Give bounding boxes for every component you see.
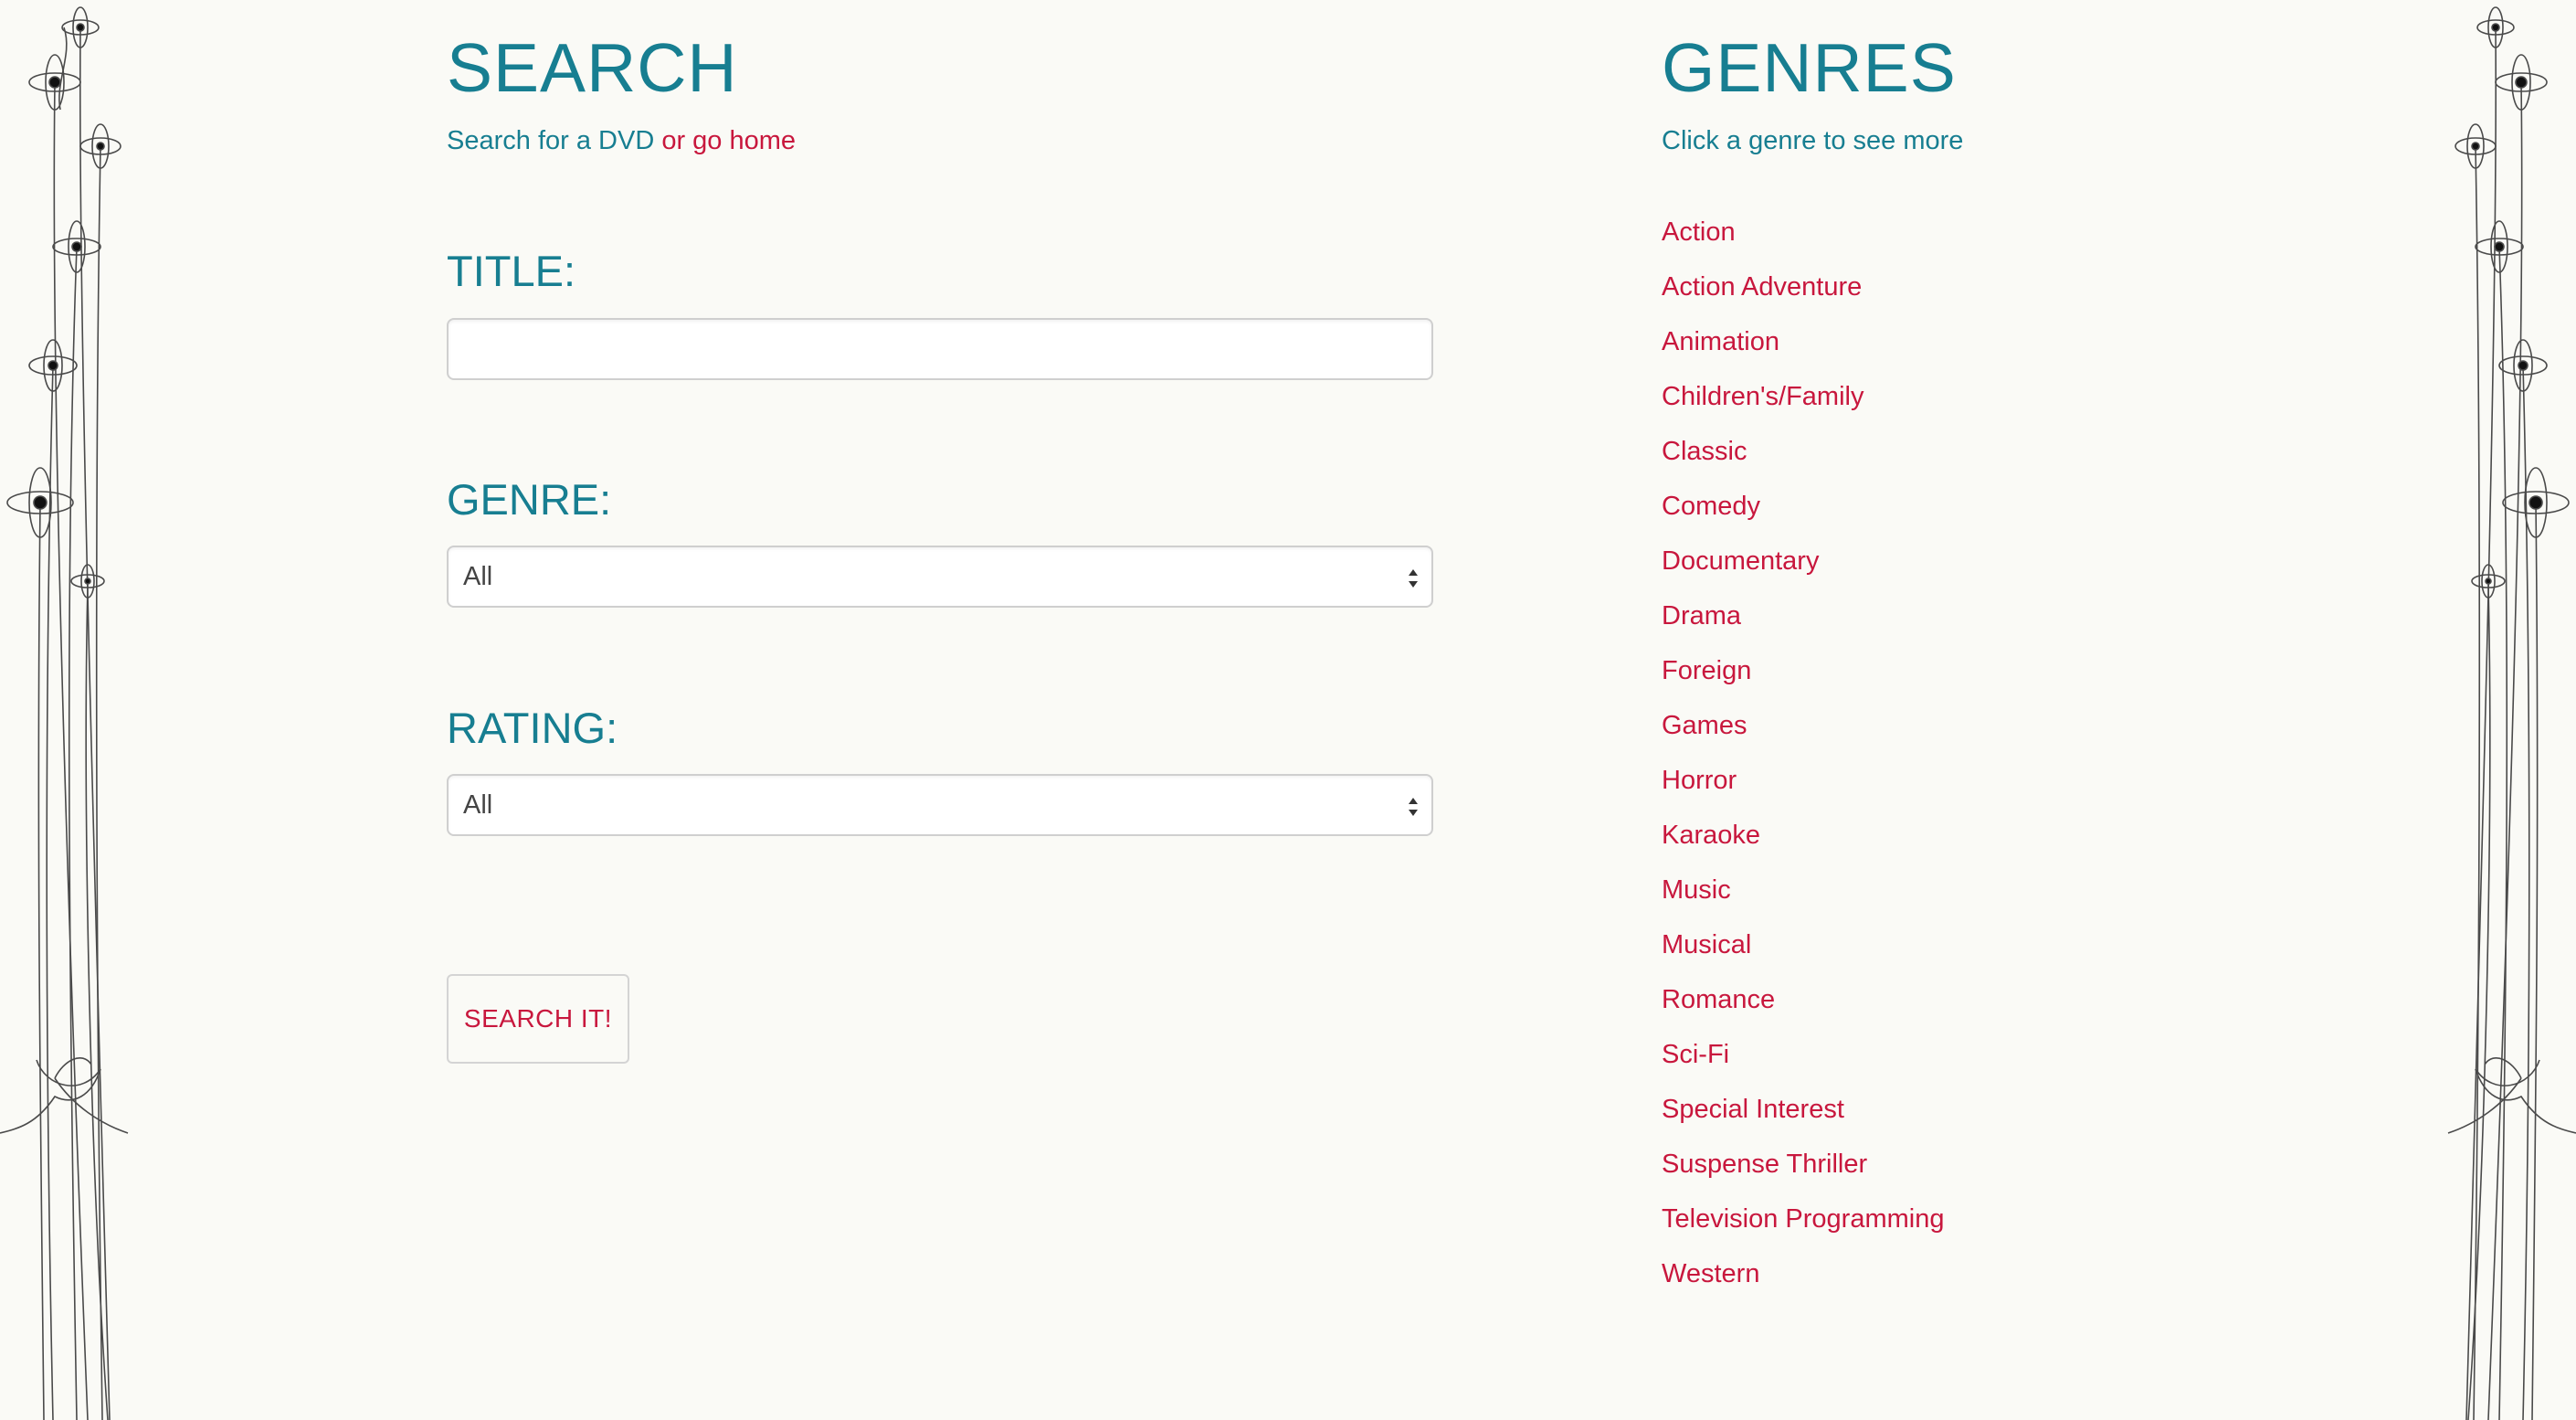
genre-link[interactable]: Romance: [1662, 985, 1775, 1014]
genre-list-item: Comedy: [1662, 479, 1944, 534]
genre-link[interactable]: Action: [1662, 217, 1736, 247]
genre-link[interactable]: Karaoke: [1662, 821, 1760, 850]
genres-subtitle: Click a genre to see more: [1662, 126, 1964, 155]
genre-link[interactable]: Comedy: [1662, 492, 1760, 521]
genre-list-item: Children's/Family: [1662, 369, 1944, 424]
genre-link[interactable]: Horror: [1662, 766, 1737, 795]
genre-list-item: Documentary: [1662, 534, 1944, 588]
updown-arrows-icon: [1409, 798, 1418, 816]
rating-select[interactable]: All: [447, 774, 1433, 836]
genre-link[interactable]: Animation: [1662, 327, 1779, 356]
flower-bouquet-right-icon: [2447, 6, 2576, 1420]
genre-list-item: Musical: [1662, 917, 1944, 972]
genre-list-item: Animation: [1662, 314, 1944, 369]
genre-list-item: Sci-Fi: [1662, 1027, 1944, 1082]
genre-list-item: Special Interest: [1662, 1082, 1944, 1137]
flower-bouquet-left-icon: [0, 6, 129, 1420]
genre-link[interactable]: Drama: [1662, 601, 1741, 631]
genre-link[interactable]: Documentary: [1662, 546, 1819, 576]
genre-list-item: Romance: [1662, 972, 1944, 1027]
search-heading: SEARCH: [447, 29, 738, 106]
title-label: TITLE:: [447, 247, 576, 295]
search-submit-button[interactable]: SEARCH IT!: [447, 974, 629, 1064]
genre-link[interactable]: Suspense Thriller: [1662, 1150, 1867, 1179]
genre-link[interactable]: Special Interest: [1662, 1095, 1844, 1124]
genre-link[interactable]: Western: [1662, 1259, 1759, 1288]
genre-list-item: Horror: [1662, 753, 1944, 808]
genre-select-value: All: [463, 562, 493, 591]
genre-link[interactable]: Action Adventure: [1662, 272, 1862, 302]
genre-list-item: Action: [1662, 205, 1944, 260]
search-subtitle-text: Search for a DVD: [447, 126, 655, 155]
genre-label: GENRE:: [447, 475, 612, 524]
genre-link[interactable]: Games: [1662, 711, 1747, 740]
genre-list-item: Classic: [1662, 424, 1944, 479]
title-input[interactable]: [447, 318, 1433, 380]
search-subtitle-joiner: or: [654, 126, 693, 155]
genre-link[interactable]: Music: [1662, 875, 1731, 905]
genres-heading: GENRES: [1662, 29, 1957, 106]
genre-list-item: Television Programming: [1662, 1192, 1944, 1246]
rating-select-value: All: [463, 790, 493, 820]
rating-label: RATING:: [447, 704, 618, 752]
genre-link[interactable]: Television Programming: [1662, 1204, 1944, 1234]
genre-list-item: Drama: [1662, 588, 1944, 643]
genre-list: Action Action Adventure Animation Childr…: [1662, 205, 1944, 1301]
search-subtitle: Search for a DVD or go home: [447, 124, 796, 157]
genre-list-item: Music: [1662, 863, 1944, 917]
genre-link[interactable]: Musical: [1662, 930, 1751, 959]
go-home-link[interactable]: go home: [692, 126, 796, 155]
updown-arrows-icon: [1409, 569, 1418, 588]
genre-link[interactable]: Children's/Family: [1662, 382, 1863, 411]
genre-link[interactable]: Classic: [1662, 437, 1747, 466]
genre-list-item: Western: [1662, 1246, 1944, 1301]
genre-link[interactable]: Foreign: [1662, 656, 1751, 685]
genre-select[interactable]: All: [447, 546, 1433, 608]
genre-list-item: Action Adventure: [1662, 260, 1944, 314]
genre-list-item: Suspense Thriller: [1662, 1137, 1944, 1192]
genre-list-item: Foreign: [1662, 643, 1944, 698]
genre-list-item: Karaoke: [1662, 808, 1944, 863]
genre-list-item: Games: [1662, 698, 1944, 753]
genre-link[interactable]: Sci-Fi: [1662, 1040, 1729, 1069]
